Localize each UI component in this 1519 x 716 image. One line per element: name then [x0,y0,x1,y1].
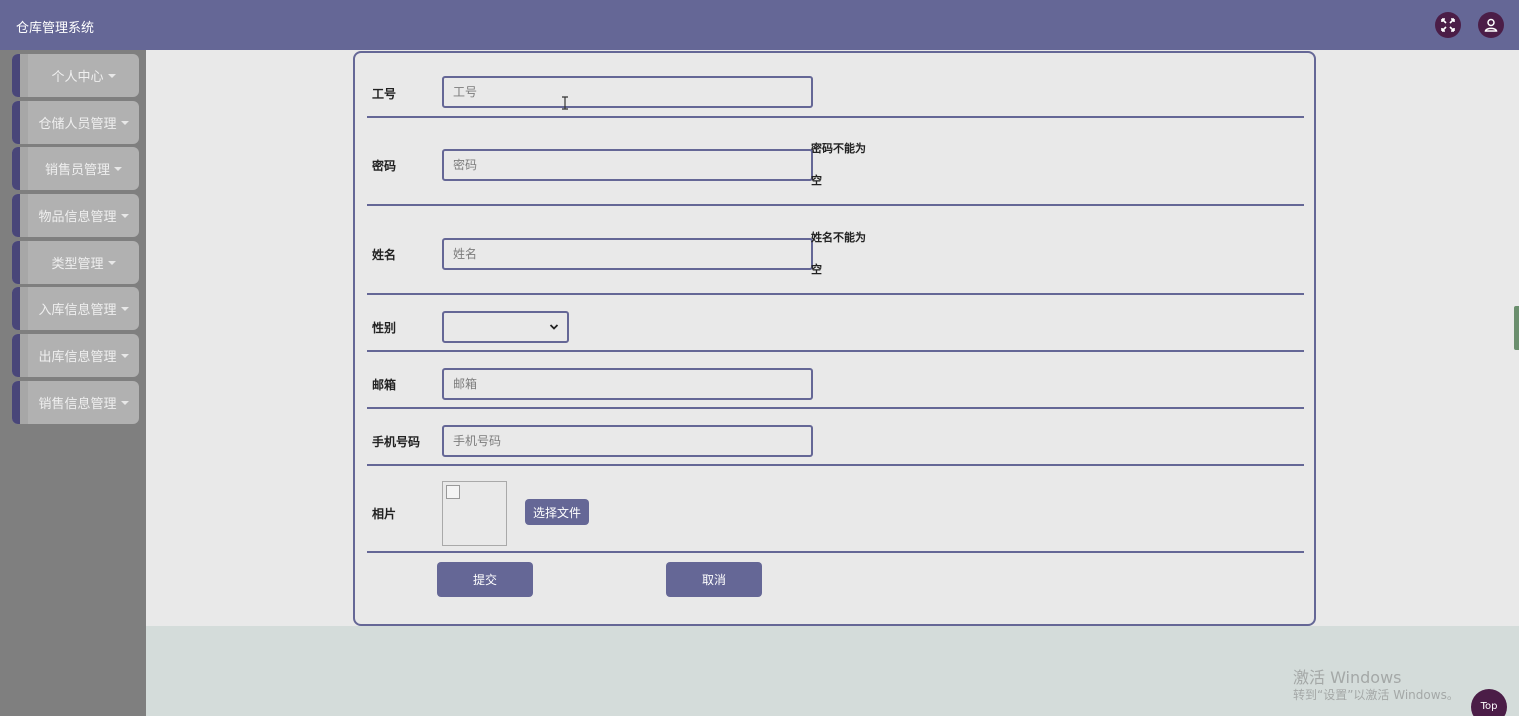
sidebar-item-label: 销售员管理 [44,163,110,178]
sidebar-item-label: 入库信息管理 [38,303,117,318]
caret-down-icon [107,260,116,265]
sidebar-item-label: 销售信息管理 [38,397,117,412]
email-input[interactable] [442,368,813,400]
sidebar-item-label: 物品信息管理 [38,210,117,225]
name-label: 姓名 [372,248,397,262]
phone-label: 手机号码 [372,435,421,449]
name-error: 姓名不能为空 [811,231,866,276]
sidebar-item-item-info[interactable]: 物品信息管理 [12,194,139,237]
divider [367,350,1304,352]
caret-down-icon [120,306,129,311]
caret-down-icon [120,400,129,405]
sidebar-item-label: 类型管理 [51,257,104,272]
caret-down-icon [107,73,116,78]
choose-file-button[interactable]: 选择文件 [525,499,589,525]
sidebar-item-sales-info[interactable]: 销售信息管理 [12,381,139,424]
text-cursor-icon [562,96,568,110]
activation-watermark-subtitle: 转到“设置”以激活 Windows。 [1293,688,1459,702]
divider [367,116,1304,118]
activation-watermark-title: 激活 Windows [1293,668,1402,687]
submit-button[interactable]: 提交 [437,562,533,597]
gender-select[interactable] [442,311,569,343]
edit-form: 工号 密码 密码不能为空 姓名 姓名不能为空 性别 邮箱 手机号码 相片 选择文… [353,51,1316,626]
name-input[interactable] [442,238,813,270]
broken-image-icon [446,485,460,499]
app-title: 仓库管理系统 [16,21,95,36]
divider [367,464,1304,466]
photo-preview [442,481,507,546]
employee-id-label: 工号 [372,87,397,101]
photo-label: 相片 [372,507,397,521]
sidebar: 个人中心 仓储人员管理 销售员管理 物品信息管理 类型管理 入库信息管理 出库信… [0,50,146,716]
password-error: 密码不能为空 [811,142,866,187]
sidebar-item-type[interactable]: 类型管理 [12,241,139,284]
user-menu-button[interactable] [1478,12,1504,38]
sidebar-item-storage-staff[interactable]: 仓储人员管理 [12,101,139,144]
employee-id-input[interactable] [442,76,813,108]
sidebar-item-personal-center[interactable]: 个人中心 [12,54,139,97]
password-label: 密码 [372,159,397,173]
password-input[interactable] [442,149,813,181]
gender-label: 性别 [372,321,397,335]
divider [367,551,1304,553]
sidebar-item-label: 出库信息管理 [38,350,117,365]
caret-down-icon [114,166,122,171]
top-bar: 仓库管理系统 [0,0,1519,50]
fullscreen-button[interactable] [1435,12,1461,38]
user-icon [1484,18,1498,32]
email-label: 邮箱 [372,378,397,392]
caret-down-icon [120,213,129,218]
sidebar-item-outbound[interactable]: 出库信息管理 [12,334,139,377]
caret-down-icon [120,353,129,358]
scroll-handle[interactable] [1514,306,1519,350]
chevron-down-icon [549,324,559,330]
sidebar-item-label: 个人中心 [51,70,104,85]
divider [367,204,1304,206]
caret-down-icon [120,120,129,125]
divider [367,407,1304,409]
sidebar-item-salesperson[interactable]: 销售员管理 [12,147,139,190]
sidebar-item-label: 仓储人员管理 [38,117,117,132]
divider [367,293,1304,295]
phone-input[interactable] [442,425,813,457]
fullscreen-icon [1441,18,1455,32]
cancel-button[interactable]: 取消 [666,562,762,597]
sidebar-item-inbound[interactable]: 入库信息管理 [12,287,139,330]
